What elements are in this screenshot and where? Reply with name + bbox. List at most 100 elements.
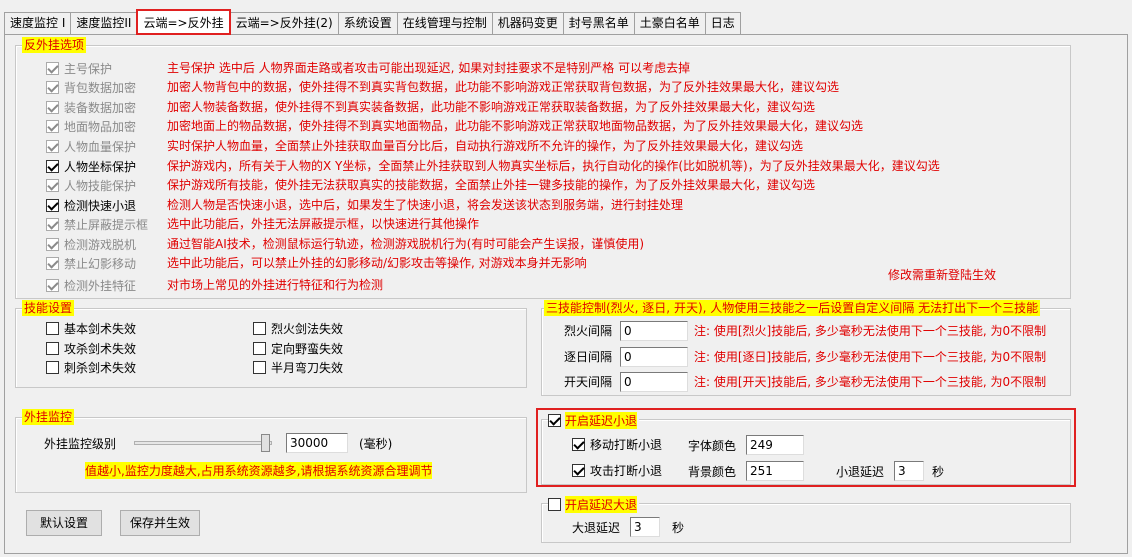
anticheat-option-desc: 加密人物装备数据，使外挂得不到真实装备数据，此功能不影响游戏正常获取装备数据，为… xyxy=(167,100,816,114)
anticheat-option-checkbox xyxy=(46,218,59,231)
anticheat-option-9: 检测游戏脱机 xyxy=(46,236,136,253)
anticheat-option-checkbox[interactable] xyxy=(46,160,59,173)
skill-thrust-sword-checkbox[interactable] xyxy=(46,361,59,374)
anticheat-option-desc: 检测人物是否快速小退，选中后，如果发生了快速小退，将会发送该状态到服务端，进行封… xyxy=(167,198,684,212)
big-logout-checkbox[interactable] xyxy=(548,498,561,511)
anticheat-option-8: 禁止屏蔽提示框 xyxy=(46,216,148,233)
monitor-unit: (毫秒) xyxy=(359,437,393,451)
tab-speed-monitor-2[interactable]: 速度监控II xyxy=(70,12,138,34)
default-settings-button[interactable]: 默认设置 xyxy=(26,510,102,536)
anticheat-option-checkbox xyxy=(46,279,59,292)
monitor-group-title: 外挂监控 xyxy=(22,409,75,425)
monitor-level-slider[interactable] xyxy=(134,441,272,445)
tab-cloud-anticheat-2[interactable]: 云端=>反外挂(2) xyxy=(229,12,339,34)
anticheat-option-desc: 主号保护 选中后 人物界面走路或者攻击可能出现延迟, 如果对封挂要求不是特别严格… xyxy=(167,61,691,75)
anticheat-option-label: 人物血量保护 xyxy=(64,140,137,154)
big-logout-title: 开启延迟大退 xyxy=(565,496,638,513)
skill-attack-sword-checkbox[interactable] xyxy=(46,342,59,355)
skill-thrust-sword-label: 刺杀剑术失效 xyxy=(64,361,137,375)
anticheat-group-title: 反外挂选项 xyxy=(22,37,87,53)
skill-basic-sword[interactable]: 基本剑术失效 xyxy=(46,320,136,337)
skill-half-moon-label: 半月弯刀失效 xyxy=(271,361,344,375)
big-logout-delay-unit: 秒 xyxy=(672,521,685,535)
skill-directed-barbarian-checkbox[interactable] xyxy=(253,342,266,355)
skill-group-title: 技能设置 xyxy=(22,300,75,316)
fire-interval-label: 烈火间隔 xyxy=(564,324,613,338)
save-apply-button[interactable]: 保存并生效 xyxy=(120,510,200,536)
sun-interval-input[interactable]: 0 xyxy=(620,347,688,367)
tab-speed-monitor-1[interactable]: 速度监控 I xyxy=(4,12,72,34)
tab-blacklist[interactable]: 封号黑名单 xyxy=(562,12,635,34)
anticheat-option-7[interactable]: 检测快速小退 xyxy=(46,197,136,214)
skill-thrust-sword[interactable]: 刺杀剑术失效 xyxy=(46,359,136,376)
skill-directed-barbarian-label: 定向野蛮失效 xyxy=(271,342,344,356)
anticheat-option-label: 禁止屏蔽提示框 xyxy=(64,218,149,232)
tab-system-settings[interactable]: 系统设置 xyxy=(337,12,398,34)
triple-skill-group: 三技能控制(烈火, 逐日, 开天), 人物使用三技能之一后设置自定义间隔 无法打… xyxy=(541,300,1071,396)
anticheat-option-label: 主号保护 xyxy=(64,62,113,76)
anticheat-option-4: 人物血量保护 xyxy=(46,138,136,155)
skill-half-moon[interactable]: 半月弯刀失效 xyxy=(253,359,343,376)
monitor-tip: 值越小,监控力度越大,占用系统资源越多,请根据系统资源合理调节 xyxy=(85,462,433,479)
skill-group: 技能设置 基本剑术失效 攻杀剑术失效 刺杀剑术失效 烈火剑法失效 定向野蛮失效 … xyxy=(15,300,527,388)
anticheat-option-desc: 加密人物背包中的数据，使外挂得不到真实背包数据，此功能不影响游戏正常获取背包数据… xyxy=(167,80,840,94)
big-logout-delay-label: 大退延迟 xyxy=(572,521,621,535)
anticheat-option-checkbox xyxy=(46,140,59,153)
tab-log[interactable]: 日志 xyxy=(704,12,741,34)
anticheat-option-desc: 保护游戏内，所有关于人物的X Y坐标，全面禁止外挂获取到人物真实坐标后，执行自动… xyxy=(167,159,940,173)
sky-interval-label: 开天间隔 xyxy=(564,375,613,389)
anticheat-option-label: 检测游戏脱机 xyxy=(64,238,137,252)
skill-half-moon-checkbox[interactable] xyxy=(253,361,266,374)
skill-attack-sword[interactable]: 攻杀剑术失效 xyxy=(46,340,136,357)
big-logout-toggle[interactable]: 开启延迟大退 xyxy=(548,496,640,513)
monitor-group: 外挂监控 外挂监控级别 30000 (毫秒) 值越小,监控力度越大,占用系统资源… xyxy=(15,409,527,493)
sun-interval-label: 逐日间隔 xyxy=(564,350,613,364)
fire-interval-input[interactable]: 0 xyxy=(620,321,688,341)
anticheat-option-desc: 保护游戏所有技能，使外挂无法获取真实的技能数据，全面禁止外挂一键多技能的操作，为… xyxy=(167,178,816,192)
tab-panel: 反外挂选项 修改需重新登陆生效 主号保护 主号保护 选中后 人物界面走路或者攻击可… xyxy=(4,34,1128,554)
anticheat-option-6: 人物技能保护 xyxy=(46,177,136,194)
anticheat-option-3: 地面物品加密 xyxy=(46,118,136,135)
anticheat-option-desc: 实时保护人物血量，全面禁止外挂获取血量百分比后，自动执行游戏所不允许的操作，为了… xyxy=(167,139,804,153)
sky-interval-note: 注: 使用[开天]技能后, 多少毫秒无法使用下一个三技能, 为0不限制 xyxy=(694,375,1047,389)
tab-cloud-anticheat[interactable]: 云端=>反外挂 xyxy=(136,9,231,35)
triple-skill-group-title: 三技能控制(烈火, 逐日, 开天), 人物使用三技能之一后设置自定义间隔 无法打… xyxy=(544,300,1041,316)
anticheat-option-5[interactable]: 人物坐标保护 xyxy=(46,158,136,175)
anticheat-option-checkbox xyxy=(46,81,59,94)
anticheat-option-desc: 选中此功能后，外挂无法屏蔽提示框，以快速进行其他操作 xyxy=(167,217,480,231)
skill-attack-sword-label: 攻杀剑术失效 xyxy=(64,342,137,356)
anticheat-option-checkbox[interactable] xyxy=(46,199,59,212)
skill-fire-sword-checkbox[interactable] xyxy=(253,322,266,335)
skill-fire-sword[interactable]: 烈火剑法失效 xyxy=(253,320,343,337)
sky-interval-input[interactable]: 0 xyxy=(620,372,688,392)
relogin-note: 修改需重新登陆生效 xyxy=(888,268,997,282)
anticheat-option-label: 地面物品加密 xyxy=(64,120,137,134)
big-logout-delay-input[interactable]: 3 xyxy=(630,517,660,537)
skill-basic-sword-label: 基本剑术失效 xyxy=(64,322,137,336)
skill-directed-barbarian[interactable]: 定向野蛮失效 xyxy=(253,340,343,357)
anticheat-option-checkbox xyxy=(46,257,59,270)
anticheat-option-desc: 通过智能AI技术，检测鼠标运行轨迹，检测游戏脱机行为(有时可能会产生误报，谨慎使… xyxy=(167,237,645,251)
big-logout-group: 开启延迟大退 大退延迟 3 秒 xyxy=(541,496,1071,543)
monitor-level-input[interactable]: 30000 xyxy=(286,433,348,453)
tab-machine-code[interactable]: 机器码变更 xyxy=(491,12,564,34)
skill-fire-sword-label: 烈火剑法失效 xyxy=(271,322,344,336)
anticheat-option-label: 人物坐标保护 xyxy=(64,160,137,174)
skill-basic-sword-checkbox[interactable] xyxy=(46,322,59,335)
tab-online-management[interactable]: 在线管理与控制 xyxy=(396,12,493,34)
fire-interval-note: 注: 使用[烈火]技能后, 多少毫秒无法使用下一个三技能, 为0不限制 xyxy=(694,324,1047,338)
tab-whitelist[interactable]: 土豪白名单 xyxy=(633,12,706,34)
anticheat-option-checkbox xyxy=(46,62,59,75)
anticheat-option-label: 检测外挂特征 xyxy=(64,279,137,293)
anticheat-option-checkbox xyxy=(46,101,59,114)
anticheat-option-checkbox xyxy=(46,179,59,192)
anticheat-option-11: 检测外挂特征 xyxy=(46,277,136,294)
monitor-level-slider-thumb[interactable] xyxy=(261,434,271,452)
sun-interval-note: 注: 使用[逐日]技能后, 多少毫秒无法使用下一个三技能, 为0不限制 xyxy=(694,350,1047,364)
monitor-level-label: 外挂监控级别 xyxy=(44,437,117,451)
anticheat-option-0: 主号保护 xyxy=(46,60,112,77)
anticheat-option-checkbox xyxy=(46,120,59,133)
anticheat-option-label: 检测快速小退 xyxy=(64,199,137,213)
anticheat-option-desc: 选中此功能后，可以禁止外挂的幻影移动/幻影攻击等操作, 对游戏本身并无影响 xyxy=(167,256,587,270)
annotation-highlight-box xyxy=(536,408,1076,487)
